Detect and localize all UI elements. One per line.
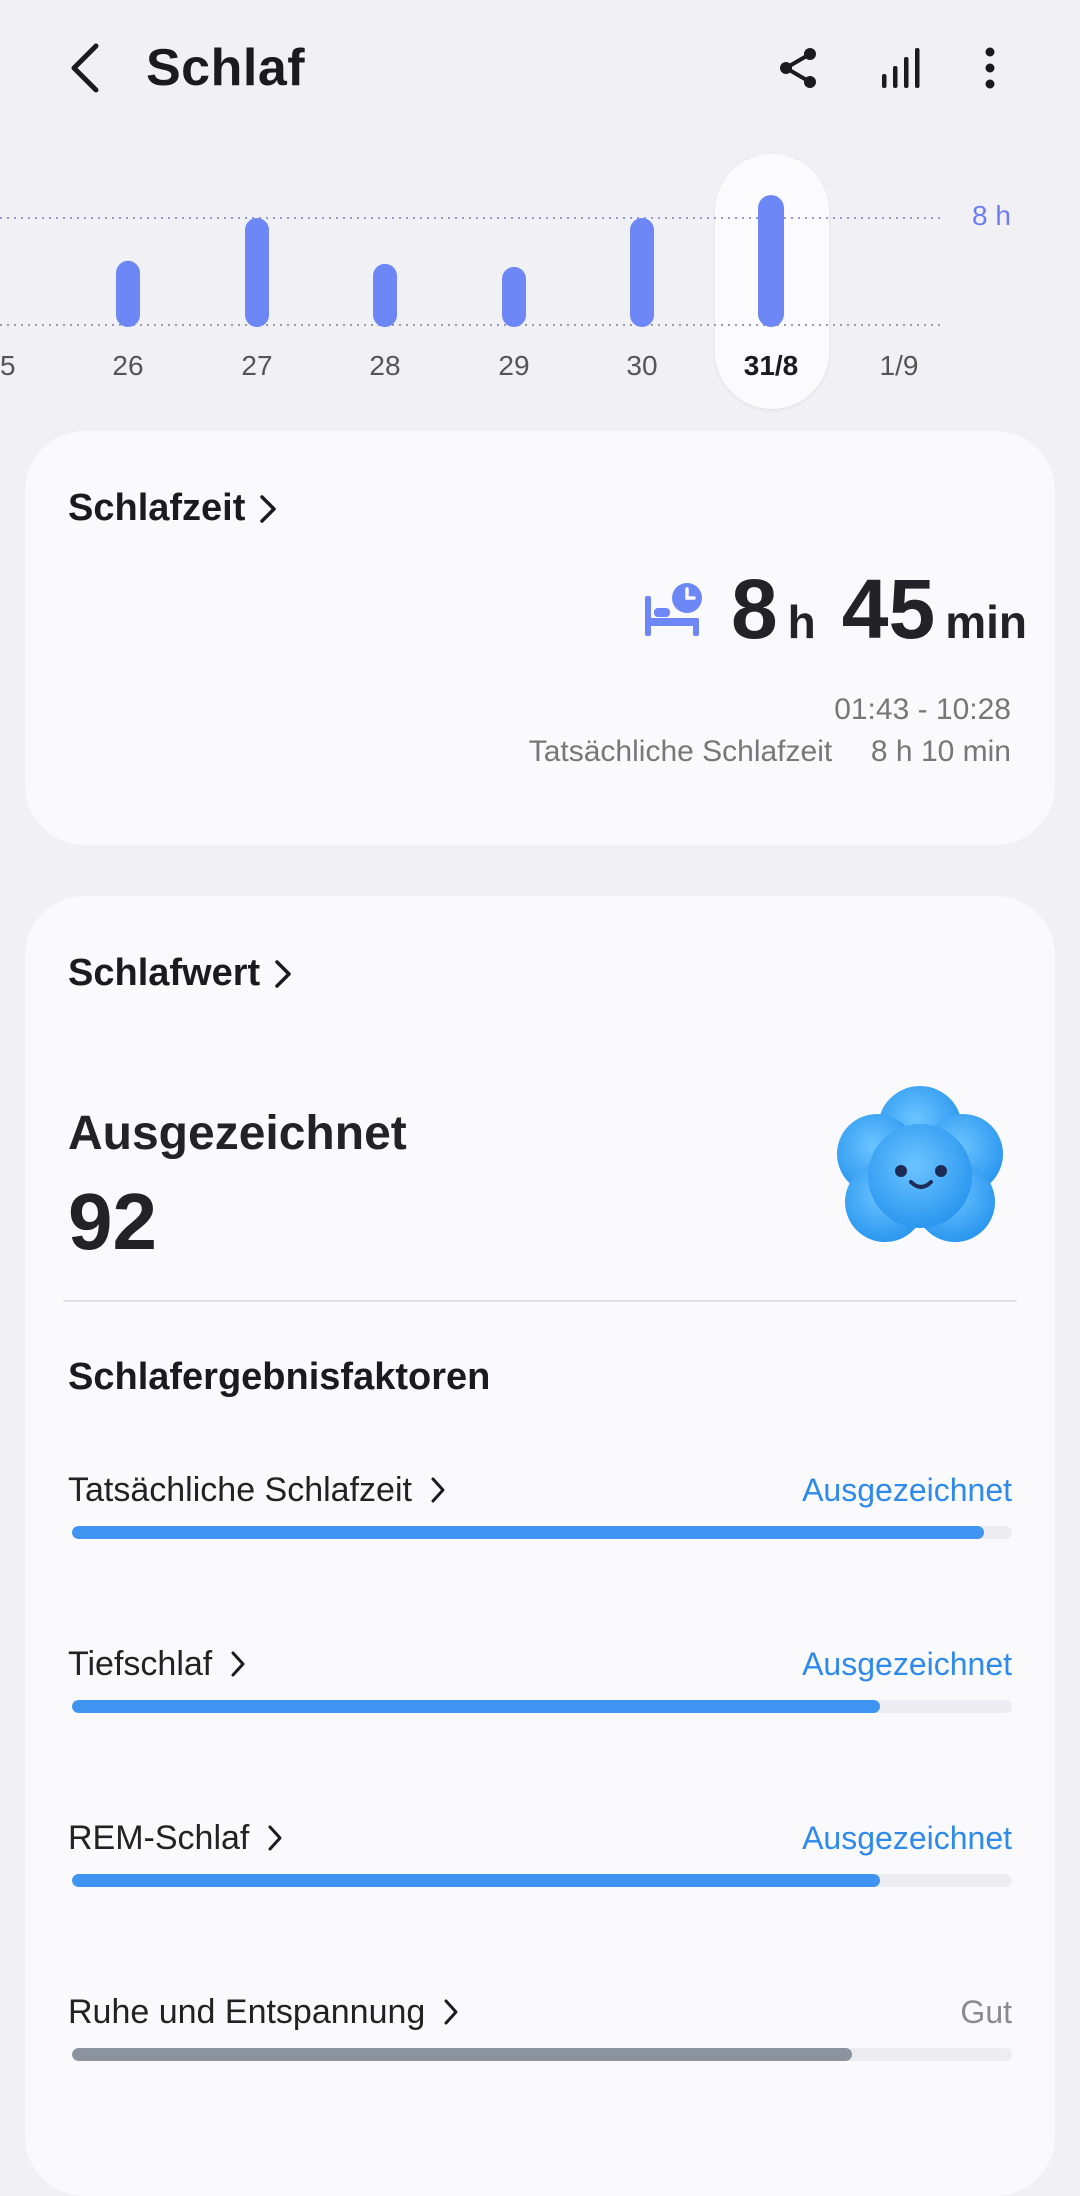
sleep-score-card: Schlafwert Ausgezeichnet 92 Schlafergebn… [25,896,1055,2196]
factor-status: Ausgezeichnet [802,1820,1012,1856]
back-button[interactable] [58,36,114,100]
share-button[interactable] [766,36,830,100]
sleep-time-title[interactable]: Schlafzeit [68,487,277,530]
x-axis-label[interactable]: 25 [0,350,60,382]
chevron-left-icon [71,43,99,93]
weekly-sleep-chart: 8 h 2526 2728 2930 31/81/9 [0,150,1080,420]
chevron-right-icon [275,959,291,988]
actual-sleep-value: 8 h 10 min [870,735,1011,768]
factor-progress-fill [72,1874,881,1887]
factor-label: REM-Schlaf [68,1819,250,1857]
sleep-minutes-value: 45 [841,562,936,656]
factor-row[interactable]: REM-Schlaf Ausgezeichnet [68,1816,1012,1916]
x-axis-label[interactable]: 28 [325,350,445,382]
sleep-bar-27[interactable] [245,218,269,327]
sleep-duration: 8 h 45 min [641,561,1027,658]
sleep-bar-29[interactable] [502,266,526,327]
bar-chart-icon [882,48,920,88]
factor-name: Ruhe und Entspannung [68,1990,459,2034]
sleep-score-title[interactable]: Schlafwert [68,952,292,995]
app-header: Schlaf [0,0,1080,140]
sleep-bar-30[interactable] [630,218,654,327]
factor-label: Tatsächliche Schlafzeit [68,1471,412,1509]
sleep-time-card: Schlafzeit 8 h 45 min 01:43 - 10:28 Tats… [25,431,1055,845]
chevron-right-icon [231,1651,245,1677]
goal-line-label: 8 h [972,200,1011,231]
factor-progress-track [72,2048,1012,2061]
factor-row[interactable]: Tatsächliche Schlafzeit Ausgezeichnet [68,1468,1012,1568]
sleep-minutes-unit: min [945,596,1027,648]
x-axis-label[interactable]: 26 [68,350,188,382]
x-axis-label[interactable]: 31/8 [711,350,831,382]
factor-progress-track [72,1700,1012,1713]
more-options-button[interactable] [958,36,1022,100]
sleep-bar-31-8[interactable] [758,195,784,327]
factor-row[interactable]: Ruhe und Entspannung Gut [68,1990,1012,2090]
share-icon [780,48,816,88]
sleep-time-title-text: Schlafzeit [68,487,246,529]
sleep-score-title-text: Schlafwert [68,952,261,994]
sleep-score-label: Ausgezeichnet [68,1107,407,1160]
sleep-hours-value: 8 [730,562,778,656]
sleep-bar-26[interactable] [116,260,140,327]
factor-progress-fill [72,1526,984,1539]
factor-label: Tiefschlaf [68,1645,213,1683]
chevron-right-icon [260,494,277,523]
sleep-hours-unit: h [787,596,816,648]
cloud-mascot-icon [837,1086,1003,1242]
factor-name: REM-Schlaf [68,1816,283,1860]
sleep-score-value: 92 [68,1177,157,1266]
factor-progress-fill [72,2048,853,2061]
bed-clock-icon [644,582,702,636]
factors-title: Schlafergebnisfaktoren [68,1356,491,1398]
sleep-range: 01:43 - 10:28 [834,693,1011,726]
chevron-right-icon [268,1825,282,1851]
x-axis-label[interactable]: 27 [197,350,317,382]
factor-status: Gut [960,1994,1012,2030]
factor-progress-track [72,1874,1012,1887]
chevron-right-icon [444,1999,458,2025]
factor-progress-track [72,1526,1012,1539]
factor-status: Ausgezeichnet [802,1646,1012,1682]
factor-name: Tatsächliche Schlafzeit [68,1468,446,1512]
factor-row[interactable]: Tiefschlaf Ausgezeichnet [68,1642,1012,1742]
page-title: Schlaf [146,39,306,97]
divider [63,1300,1017,1302]
factor-status: Ausgezeichnet [802,1472,1012,1508]
chevron-right-icon [431,1477,445,1503]
factor-progress-fill [72,1700,881,1713]
sleep-bar-28[interactable] [373,263,397,327]
actual-sleep-row: Tatsächliche Schlafzeit 8 h 10 min [529,735,1011,769]
factor-label: Ruhe und Entspannung [68,1993,426,2031]
actual-sleep-label: Tatsächliche Schlafzeit [528,735,833,768]
more-vertical-icon [985,47,995,89]
statistics-button[interactable] [870,36,934,100]
x-axis-label[interactable]: 1/9 [839,350,959,382]
factor-name: Tiefschlaf [68,1642,246,1686]
x-axis-label[interactable]: 30 [582,350,702,382]
x-axis-label[interactable]: 29 [454,350,574,382]
